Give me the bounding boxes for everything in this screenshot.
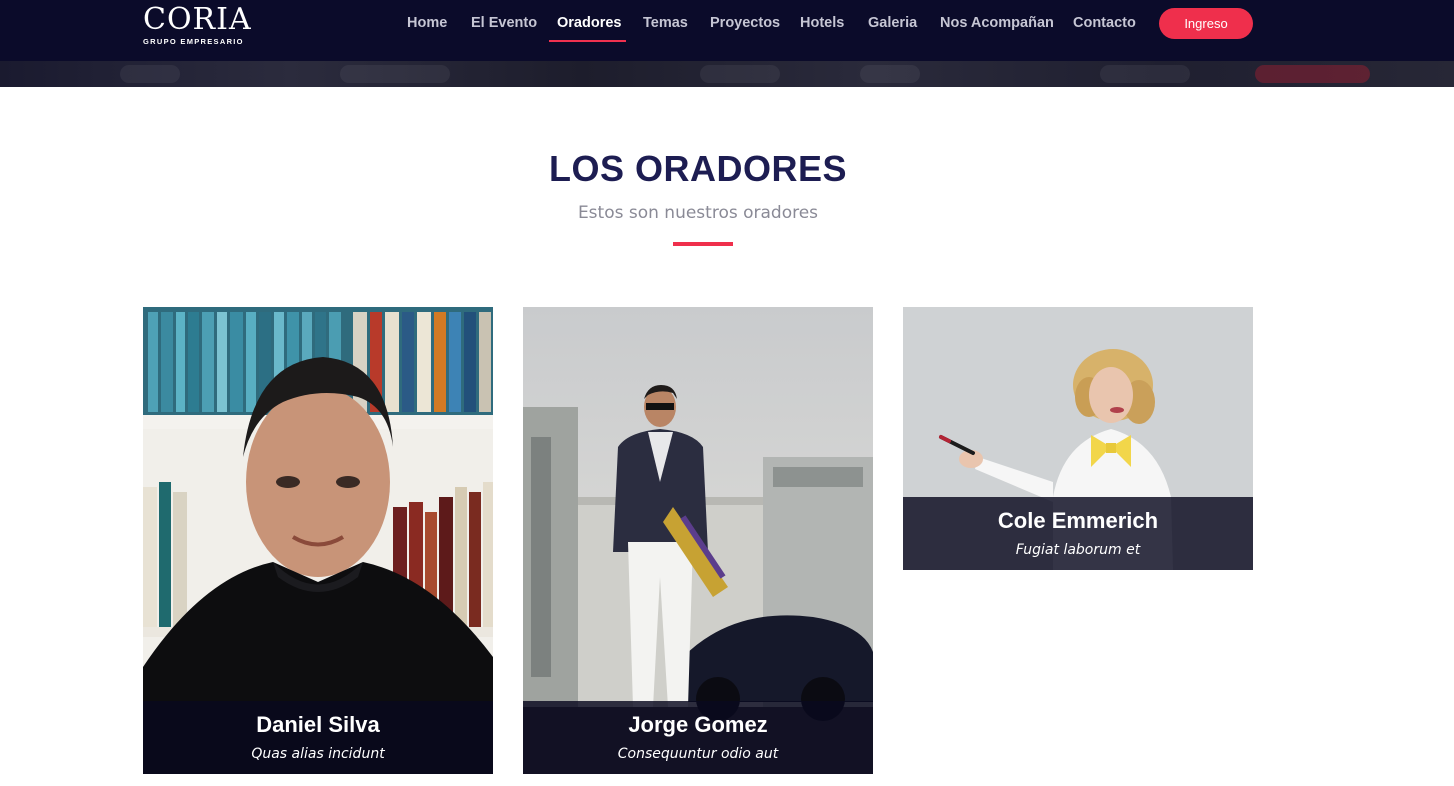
nav-item-oradores[interactable]: Oradores bbox=[557, 15, 621, 31]
speaker-role: Quas alias incidunt bbox=[251, 746, 385, 762]
ingreso-button[interactable]: Ingreso bbox=[1159, 8, 1253, 39]
speaker-card[interactable]: Daniel Silva Quas alias incidunt bbox=[143, 307, 493, 774]
speaker-card[interactable]: Cole Emmerich Fugiat laborum et bbox=[903, 307, 1253, 570]
nav-item-contacto[interactable]: Contacto bbox=[1073, 15, 1136, 31]
speaker-name: Jorge Gomez bbox=[628, 712, 768, 737]
site-header: CORIA GRUPO EMPRESARIO Home El Evento Or… bbox=[0, 0, 1454, 61]
main-nav: Home El Evento Oradores Temas Proyectos … bbox=[0, 0, 1454, 61]
section-subtitle: Estos son nuestros oradores bbox=[577, 203, 819, 223]
nav-item-galeria[interactable]: Galeria bbox=[868, 15, 917, 31]
hero-image-strip bbox=[0, 61, 1454, 87]
nav-item-el-evento[interactable]: El Evento bbox=[471, 15, 537, 31]
speaker-card[interactable]: Jorge Gomez Consequuntur odio aut bbox=[523, 307, 873, 774]
section-title: LOS ORADORES bbox=[548, 148, 848, 189]
nav-item-home[interactable]: Home bbox=[407, 15, 447, 31]
nav-item-proyectos[interactable]: Proyectos bbox=[710, 15, 780, 31]
speaker-caption: Daniel Silva Quas alias incidunt bbox=[143, 701, 493, 774]
speaker-caption: Cole Emmerich Fugiat laborum et bbox=[903, 497, 1253, 570]
section-divider bbox=[673, 242, 733, 246]
nav-item-temas[interactable]: Temas bbox=[643, 15, 688, 31]
nav-item-nos-acompanan[interactable]: Nos Acompañan bbox=[940, 15, 1054, 31]
speaker-name: Daniel Silva bbox=[256, 712, 380, 737]
speaker-name: Cole Emmerich bbox=[997, 508, 1159, 533]
speaker-role: Fugiat laborum et bbox=[1015, 542, 1141, 558]
speaker-role: Consequuntur odio aut bbox=[617, 746, 779, 762]
active-nav-indicator bbox=[549, 40, 626, 42]
nav-item-hotels[interactable]: Hotels bbox=[800, 15, 844, 31]
speaker-caption: Jorge Gomez Consequuntur odio aut bbox=[523, 701, 873, 774]
